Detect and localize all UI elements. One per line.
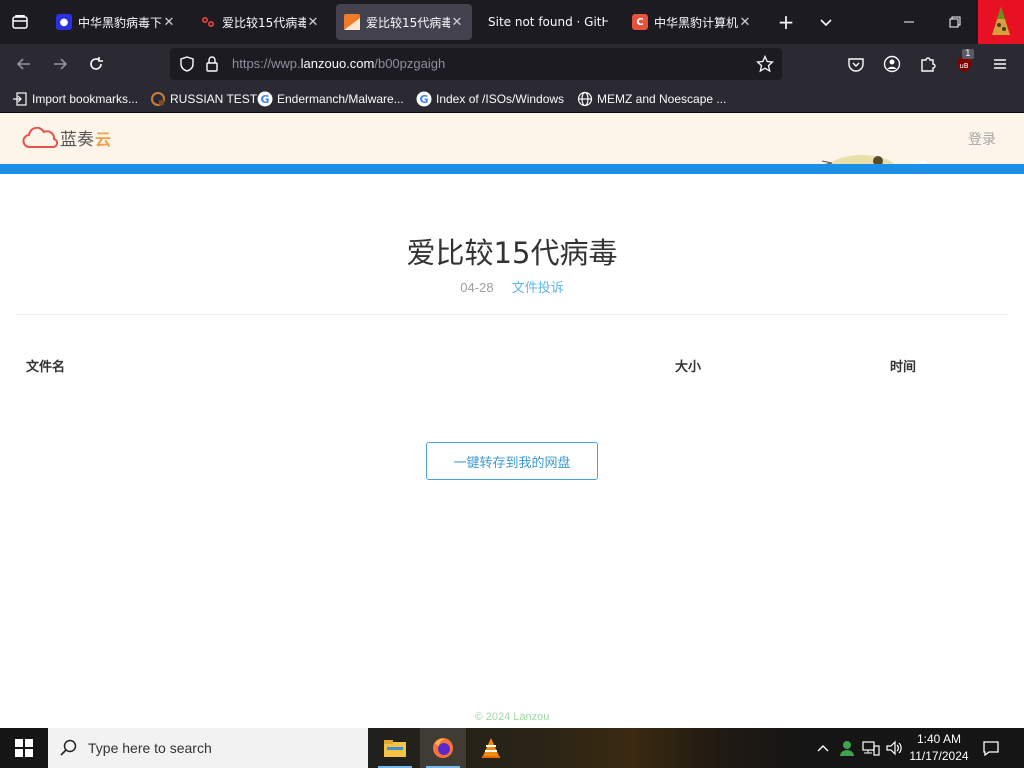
firefox-view-icon[interactable]	[8, 10, 32, 34]
column-header-size: 大小	[675, 360, 702, 375]
bookmark-label: Import bookmarks...	[32, 92, 139, 106]
search-icon	[60, 739, 78, 761]
shield-icon[interactable]	[178, 55, 196, 77]
bookmark-label: MEMZ and Noescape ...	[597, 92, 727, 106]
file-explorer-icon[interactable]	[372, 728, 418, 768]
bookmark-memz[interactable]: MEMZ and Noescape ...	[577, 90, 726, 108]
badge-count: 1	[962, 49, 974, 59]
logo-text: 蓝奏	[60, 130, 94, 150]
tab-title: 中华黑豹计算机	[654, 15, 738, 30]
close-icon[interactable]: ✕	[306, 15, 320, 30]
windows-start-icon[interactable]	[0, 728, 48, 768]
leopard-figure-icon	[992, 7, 1010, 35]
file-title: 爱比较15代病毒	[406, 236, 618, 270]
ublock-icon[interactable]: uB 1	[952, 49, 976, 76]
report-link[interactable]: 文件投诉	[512, 281, 564, 296]
svg-text:G: G	[260, 93, 269, 106]
tray-chevron-up-icon[interactable]	[814, 728, 832, 768]
navigation-toolbar: https://wwp.lanzouo.com/b00pzgaigh uB 1	[0, 44, 1024, 84]
globe-icon	[577, 91, 593, 107]
pocket-icon[interactable]	[844, 52, 868, 76]
minimize-icon[interactable]	[886, 0, 932, 44]
chevron-down-icon[interactable]	[814, 10, 838, 34]
url-text[interactable]: https://wwp.lanzouo.com/b00pzgaigh	[232, 56, 445, 71]
firefox-icon[interactable]	[420, 728, 466, 768]
extensions-puzzle-icon[interactable]	[916, 52, 940, 76]
taskbar-search-input[interactable]: Type here to search	[48, 728, 368, 768]
new-tab-icon[interactable]: +	[774, 10, 798, 34]
logo-cloud-char: 云	[95, 129, 112, 149]
svg-text:G: G	[419, 93, 428, 106]
login-link[interactable]: 登录	[968, 129, 996, 149]
bookmarks-toolbar: Import bookmarks... RUSSIAN TEST G Ender…	[0, 84, 1024, 113]
taskbar: Type here to search 1:40 AM 11/17/2024	[0, 728, 1024, 768]
tab-bar: ● 中华黑豹病毒下 ✕ 爱比较15代病毒 ✕ 爱比较15代病毒 ✕ Site n…	[0, 0, 1024, 44]
network-icon[interactable]	[860, 728, 882, 768]
tab-3[interactable]: 爱比较15代病毒 ✕	[336, 4, 472, 40]
bilibili-icon	[200, 14, 216, 30]
divider	[16, 314, 1008, 315]
menu-hamburger-icon[interactable]	[988, 52, 1012, 76]
close-icon[interactable]: ✕	[738, 15, 752, 30]
back-icon[interactable]	[12, 52, 36, 76]
footer-copyright: © 2024 Lanzou	[474, 711, 550, 723]
clock-date: 11/17/2024	[909, 749, 969, 763]
bookmark-label: Endermanch/Malware...	[277, 92, 404, 106]
tab-4[interactable]: Site not found · GitH	[480, 4, 616, 40]
baidu-paw-icon: ●	[56, 14, 72, 30]
search-placeholder: Type here to search	[88, 740, 212, 756]
file-meta: 04-28 文件投诉	[0, 277, 1024, 296]
forward-icon[interactable]	[48, 52, 72, 76]
account-icon[interactable]	[880, 52, 904, 76]
column-header-time: 时间	[890, 360, 917, 375]
lock-icon[interactable]	[204, 55, 220, 77]
bookmark-russian-test[interactable]: RUSSIAN TEST	[150, 90, 257, 108]
clock-time: 1:40 AM	[916, 732, 962, 746]
bookmark-import[interactable]: Import bookmarks...	[12, 90, 138, 108]
close-icon[interactable]: ✕	[450, 15, 464, 30]
tab-title: 中华黑豹病毒下	[78, 15, 162, 30]
bookmark-star-icon[interactable]	[755, 54, 775, 77]
bookmark-label: RUSSIAN TEST	[170, 92, 258, 106]
url-bar[interactable]: https://wwp.lanzouo.com/b00pzgaigh	[170, 48, 782, 80]
save-to-drive-button[interactable]: 一键转存到我的网盘	[426, 442, 598, 480]
svg-text:uB: uB	[959, 62, 968, 70]
tab-title: 爱比较15代病毒	[222, 15, 306, 30]
tab-title: 爱比较15代病毒	[366, 15, 450, 30]
bookmark-isos[interactable]: G Index of /ISOs/Windows	[416, 90, 564, 108]
bookmark-label: Index of /ISOs/Windows	[436, 92, 565, 106]
lanzou-icon	[344, 14, 360, 30]
site-logo[interactable]: 蓝奏 云	[22, 125, 111, 150]
system-clock[interactable]: 1:40 AM 11/17/2024	[900, 731, 978, 765]
russian-test-icon	[150, 91, 166, 107]
tab-title: Site not found · GitH	[488, 15, 608, 29]
google-icon: G	[416, 91, 432, 107]
tab-2[interactable]: 爱比较15代病毒 ✕	[192, 4, 328, 40]
reload-icon[interactable]	[84, 52, 108, 76]
notifications-icon[interactable]	[978, 728, 1004, 768]
vlc-icon[interactable]	[468, 728, 514, 768]
bookmark-endermanch[interactable]: G Endermanch/Malware...	[257, 90, 404, 108]
tab-1[interactable]: ● 中华黑豹病毒下 ✕	[48, 4, 184, 40]
close-window-icon[interactable]	[978, 0, 1024, 44]
google-icon: G	[257, 91, 273, 107]
restore-icon[interactable]	[932, 0, 978, 44]
tab-5[interactable]: C 中华黑豹计算机 ✕	[624, 4, 760, 40]
close-icon[interactable]: ✕	[162, 15, 176, 30]
column-header-name: 文件名	[26, 360, 66, 375]
c-letter-icon: C	[632, 14, 648, 30]
cloud-logo-icon	[22, 126, 58, 148]
file-date: 04-28	[460, 280, 494, 295]
user-status-icon[interactable]	[836, 728, 858, 768]
import-icon	[12, 91, 28, 107]
accent-bar	[0, 164, 1024, 174]
